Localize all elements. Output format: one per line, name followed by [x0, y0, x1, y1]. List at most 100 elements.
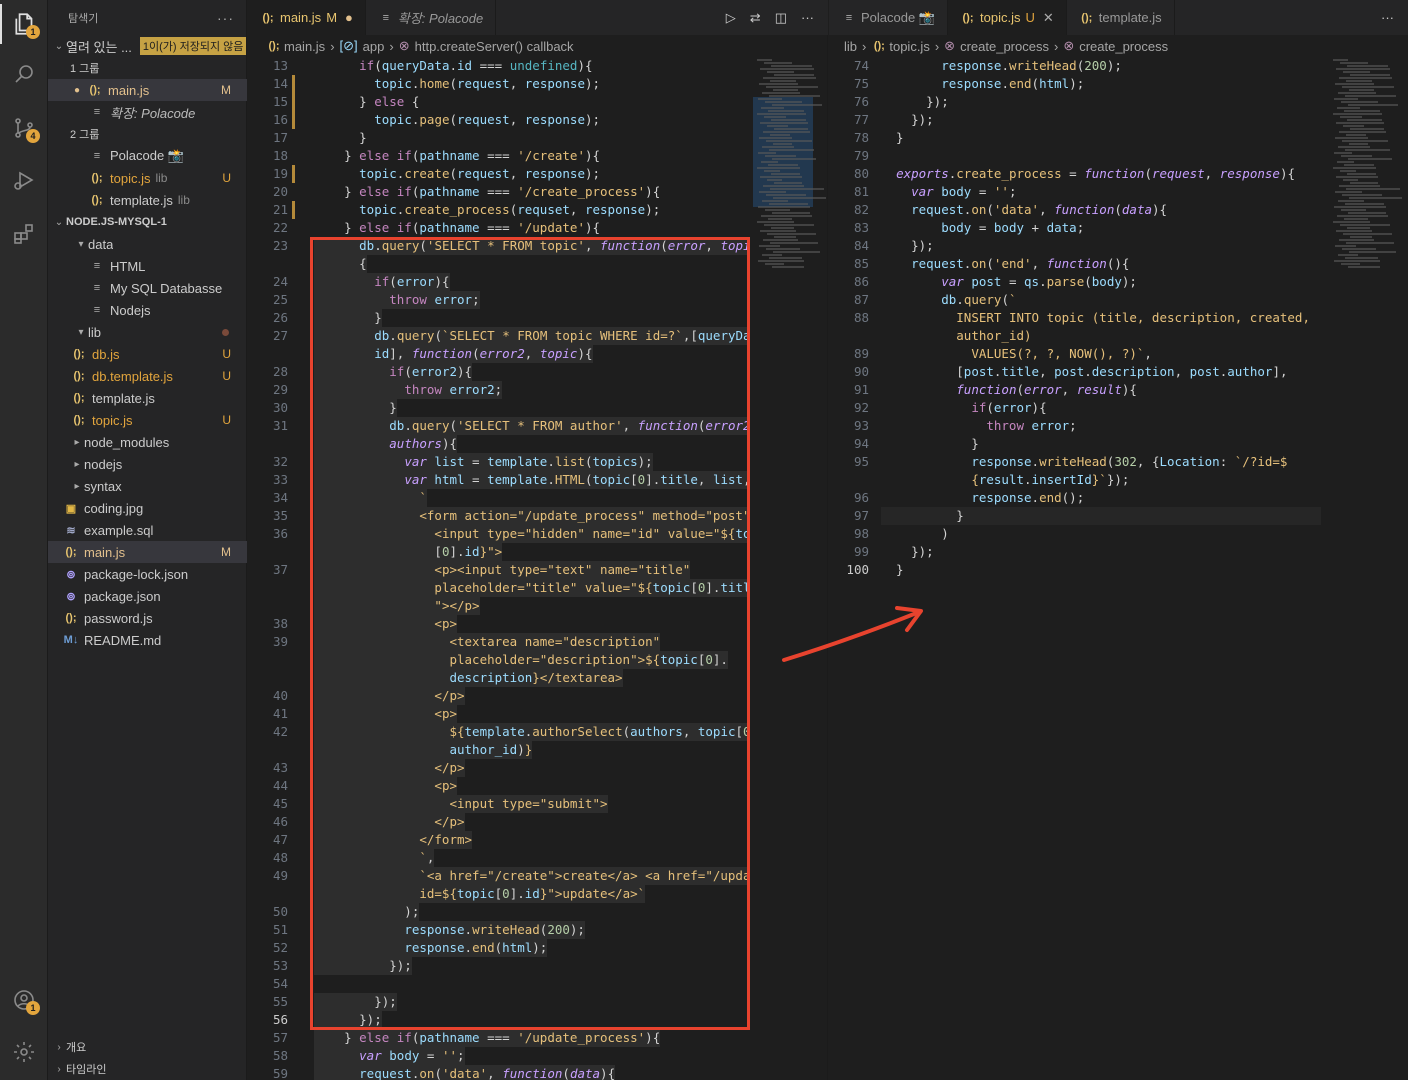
line-number: 28: [272, 364, 288, 379]
code-line: });: [881, 238, 934, 253]
js-file-icon: ();: [65, 546, 77, 558]
minimap-line: [763, 239, 798, 241]
tree-item[interactable]: ⊚ package-lock.json: [48, 563, 247, 585]
tab-topic-js[interactable]: (); topic.js U ✕: [948, 0, 1067, 35]
tree-item[interactable]: ▾ data: [48, 233, 247, 255]
breadcrumb-item[interactable]: lib: [844, 39, 857, 54]
file-description: lib: [155, 171, 168, 185]
more-actions-icon[interactable]: ···: [801, 10, 814, 25]
tree-item[interactable]: ▸ node_modules: [48, 431, 247, 453]
open-editor-topic-js[interactable]: (); topic.js lib U: [48, 167, 247, 189]
compare-changes-icon[interactable]: ⇄: [750, 10, 761, 26]
open-editor-template-js[interactable]: (); template.js lib: [48, 189, 247, 211]
line-number: 40: [272, 688, 288, 703]
git-modified-gutter: [292, 75, 295, 93]
account-icon[interactable]: 1: [0, 980, 48, 1020]
run-icon[interactable]: ▷: [726, 10, 736, 26]
line-number: 29: [272, 382, 288, 397]
breadcrumb-item[interactable]: create_process: [960, 39, 1049, 54]
minimap-line: [760, 230, 796, 232]
line-number: 89: [853, 346, 869, 361]
code-line: request.on('end', function(){: [911, 256, 1130, 271]
minimap-line: [758, 260, 804, 262]
breadcrumb-item[interactable]: app: [363, 39, 385, 54]
open-editor-main-js[interactable]: ● (); main.js M: [48, 79, 247, 101]
tab-polacode[interactable]: ≡ Polacode 📸: [829, 0, 949, 35]
tree-item[interactable]: M↓ README.md: [48, 629, 247, 651]
tree-item[interactable]: ▸ nodejs: [48, 453, 247, 475]
tree-item[interactable]: (); topic.js U: [48, 409, 247, 431]
more-actions-icon[interactable]: ···: [1381, 10, 1394, 25]
code-line: [post.title, post.description, post.auth…: [881, 364, 1288, 379]
minimap-line: [768, 110, 804, 112]
source-control-icon[interactable]: 4: [0, 108, 48, 148]
tree-item[interactable]: ▾ lib: [48, 321, 247, 343]
search-icon[interactable]: [0, 54, 48, 94]
tree-item[interactable]: (); template.js: [48, 387, 247, 409]
git-status: M: [221, 545, 231, 559]
img-file-icon: ▣: [65, 502, 77, 515]
breadcrumb-item[interactable]: topic.js: [889, 39, 929, 54]
extensions-icon[interactable]: [0, 214, 48, 254]
right-minimap[interactable]: [1329, 57, 1402, 277]
minimap-line: [1341, 155, 1372, 157]
run-debug-icon[interactable]: [0, 160, 48, 200]
minimap-line: [1336, 122, 1384, 124]
tab-polacode-ext[interactable]: ≡ 확장: Polacode: [366, 0, 497, 35]
tree-item[interactable]: (); main.js M: [48, 541, 247, 563]
timeline-section[interactable]: › 타임라인: [48, 1058, 247, 1080]
outline-section[interactable]: › 개요: [48, 1036, 247, 1058]
tree-item[interactable]: ≡ HTML: [48, 255, 247, 277]
tree-item[interactable]: (); password.js: [48, 607, 247, 629]
breadcrumb-item[interactable]: main.js: [284, 39, 325, 54]
left-tab-bar: (); main.js M ● ≡ 확장: Polacode ▷ ⇄ ◫ ···: [248, 0, 828, 35]
code-line: db.query(`: [941, 292, 1017, 307]
open-editor-polacode-ext[interactable]: ≡ 확장: Polacode: [48, 101, 247, 123]
tree-item[interactable]: (); db.template.js U: [48, 365, 247, 387]
open-editor-polacode[interactable]: ≡ Polacode 📸: [48, 145, 247, 167]
tree-item[interactable]: ≡ My SQL Databasse: [48, 277, 247, 299]
tree-item[interactable]: ≡ Nodejs: [48, 299, 247, 321]
minimap-line: [766, 248, 800, 250]
code-line: body = body + data;: [941, 220, 1085, 235]
group-1-header[interactable]: 1 그룹: [48, 57, 247, 79]
tab-status: U: [1025, 10, 1035, 25]
tree-item[interactable]: ⊚ package.json: [48, 585, 247, 607]
tab-template-js[interactable]: (); template.js: [1067, 0, 1175, 35]
left-minimap[interactable]: [753, 57, 826, 1080]
line-number: 17: [272, 130, 288, 145]
minimap-line: [766, 140, 812, 142]
minimap-line: [769, 149, 814, 151]
more-actions-icon[interactable]: ···: [217, 10, 234, 26]
minimap-line: [1334, 206, 1386, 208]
line-number: 100: [846, 562, 869, 577]
right-code-area[interactable]: 74 response.writeHead(200); 75 response.e…: [829, 57, 1329, 1080]
minimap-line: [1340, 116, 1362, 118]
tree-item[interactable]: ≋ example.sql: [48, 519, 247, 541]
open-editors-section[interactable]: ⌄ 열려 있는 ... 1이(가) 저장되지 않음: [48, 35, 247, 57]
tree-item[interactable]: ▣ coding.jpg: [48, 497, 247, 519]
breadcrumb-item[interactable]: http.createServer() callback: [415, 39, 574, 54]
close-icon[interactable]: ✕: [1043, 10, 1054, 26]
git-status: U: [222, 369, 231, 383]
group-2-header[interactable]: 2 그룹: [48, 123, 247, 145]
split-editor-icon[interactable]: ◫: [775, 10, 787, 26]
tree-item[interactable]: ▸ syntax: [48, 475, 247, 497]
line-number: 47: [272, 832, 288, 847]
js-file-icon: ();: [91, 172, 103, 184]
code-line: VALUES(?, ?, NOW(), ?)`,: [971, 346, 1152, 361]
breadcrumb-item[interactable]: create_process: [1079, 39, 1168, 54]
minimap-line: [1347, 227, 1370, 229]
right-editor-group: ≡ Polacode 📸 (); topic.js U ✕ (); template.…: [782, 0, 1408, 1080]
settings-gear-icon[interactable]: [0, 1032, 48, 1072]
unsaved-dot-icon[interactable]: ●: [345, 10, 353, 25]
minimap-line: [759, 83, 798, 85]
tree-item[interactable]: (); db.js U: [48, 343, 247, 365]
tab-main-js[interactable]: (); main.js M ●: [248, 0, 366, 35]
minimap-line: [770, 80, 796, 82]
outline-label: 개요: [66, 1042, 87, 1054]
project-section[interactable]: ⌄ NODE.JS-MYSQL-1: [48, 211, 247, 233]
minimap-line: [1336, 176, 1378, 178]
minimap-line: [1333, 221, 1370, 223]
explorer-icon[interactable]: 1: [0, 4, 48, 44]
